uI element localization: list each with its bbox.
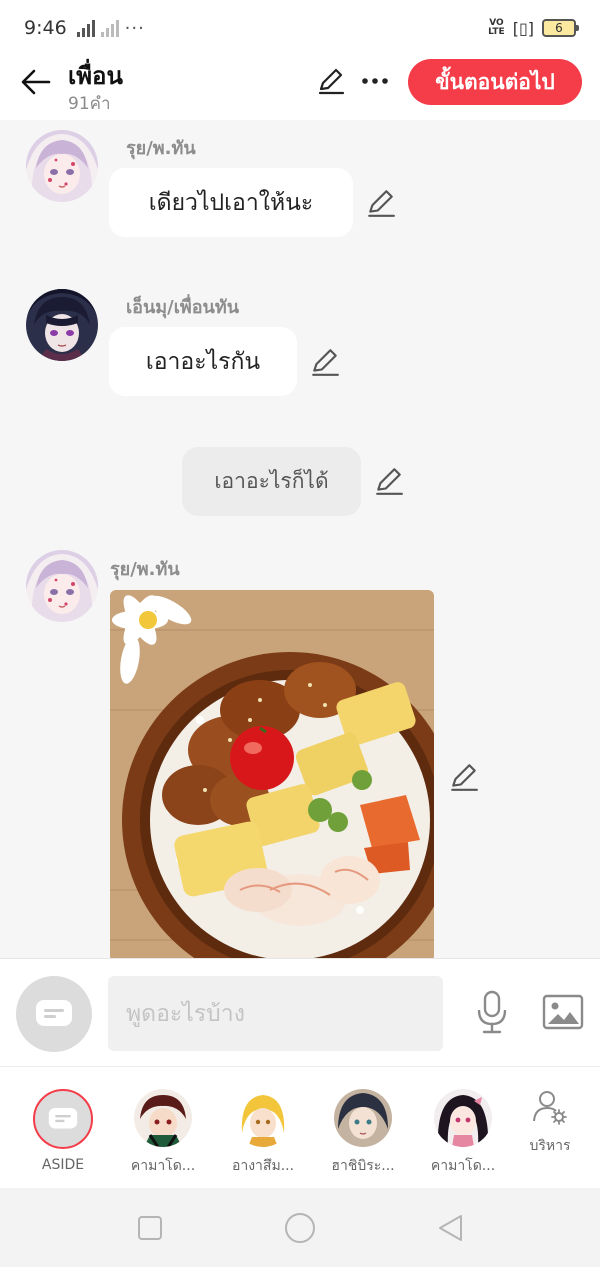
chat-mode-button[interactable] [16,976,92,1052]
avatar-rui[interactable] [26,130,98,202]
avatar-rui[interactable] [26,550,98,622]
recent-apps-button[interactable] [132,1210,168,1246]
message-bubble[interactable]: เดียวไปเอาให้นะ [109,168,353,237]
status-bar: 9:46 ··· VO LTE [▯] 6 [0,0,600,56]
avatar-rui-image [26,550,98,622]
edit-button[interactable] [314,64,348,98]
image-icon [542,994,584,1030]
avatar-enmu-image [26,289,98,361]
message-sender: เอ็นมุ/เพื่อนทัน [126,297,240,318]
message-input[interactable] [108,976,443,1051]
arrow-left-icon [21,69,51,95]
character-zenitsu[interactable]: อางาสึม... [213,1089,313,1177]
character-avatar [234,1089,292,1147]
character-selector: ASIDE คามาโด... อางาสึม... ฮาชิบิระ... ค… [0,1066,600,1188]
edit-message-icon[interactable] [449,762,479,792]
home-button[interactable] [282,1210,318,1246]
edit-message-icon[interactable] [374,466,404,496]
insert-image-button[interactable] [541,992,585,1032]
character-label: ASIDE [41,1157,85,1173]
input-bar [0,958,600,1066]
vibrate-icon: [▯] [512,18,534,38]
character-label: คามาโด... [130,1158,196,1174]
narration-bubble[interactable]: เอาอะไรก็ได้ [182,447,361,516]
aside-avatar [33,1089,93,1149]
character-inosuke[interactable]: ฮาชิบิระ... [313,1089,413,1177]
chat-header: เพื่อน 91คำ ขั้นตอนต่อไป [0,56,600,120]
back-nav-button[interactable] [432,1210,468,1246]
manage-characters-button[interactable]: บริหาร [515,1089,585,1157]
circle-icon [285,1213,315,1243]
chat-bubble-icon [36,1000,72,1026]
signal-off-icon [100,19,119,37]
character-nezuko[interactable]: คามาโด... [413,1089,513,1177]
character-label: ฮาชิบิระ... [331,1158,395,1174]
voice-input-button[interactable] [472,989,512,1035]
zenitsu-avatar-image [234,1089,292,1147]
system-navigation-bar [0,1188,600,1267]
character-avatar [334,1089,392,1147]
message-sender: รุย/พ.ทัน [110,559,180,580]
character-label: อางาสึม... [231,1158,295,1174]
manage-label: บริหาร [529,1138,571,1154]
triangle-back-icon [439,1215,462,1241]
chat-bubble-icon [48,1107,78,1129]
more-options-button[interactable] [358,64,392,98]
next-step-button[interactable]: ขั้นตอนต่อไป [408,59,582,105]
character-label: คามาโด... [430,1158,496,1174]
tanjiro-avatar-image [134,1089,192,1147]
more-horizontal-icon [362,78,388,84]
bento-food-photo [110,590,434,958]
message-image[interactable] [110,590,434,958]
more-notifications-icon: ··· [124,17,145,39]
volte-icon: VO LTE [488,18,505,37]
nezuko-avatar-image [434,1089,492,1147]
avatar-enmu[interactable] [26,289,98,361]
status-icons-right: VO LTE [▯] 6 [488,18,579,38]
battery-icon: 6 [542,19,579,37]
character-avatar [134,1089,192,1147]
user-settings-icon [533,1091,567,1125]
status-icons-left: ··· [76,17,145,39]
back-button[interactable] [18,64,54,100]
avatar-rui-image [26,130,98,202]
character-avatar [434,1089,492,1147]
square-icon [138,1216,162,1240]
chat-area[interactable]: รุย/พ.ทัน เดียวไปเอาให้นะ เอ็นมุ/เพื่อนท… [0,120,600,958]
signal-4g-icon [76,19,95,37]
message-sender: รุย/พ.ทัน [126,138,196,159]
character-aside[interactable]: ASIDE [13,1089,113,1173]
word-count: 91คำ [68,94,111,114]
battery-level: 6 [555,21,563,35]
microphone-icon [477,990,507,1034]
pencil-icon [318,68,345,95]
edit-message-icon[interactable] [310,347,340,377]
inosuke-avatar-image [334,1089,392,1147]
message-bubble[interactable]: เอาอะไรกัน [109,327,297,396]
edit-message-icon[interactable] [366,188,396,218]
status-time: 9:46 [24,17,67,39]
character-tanjiro[interactable]: คามาโด... [113,1089,213,1177]
